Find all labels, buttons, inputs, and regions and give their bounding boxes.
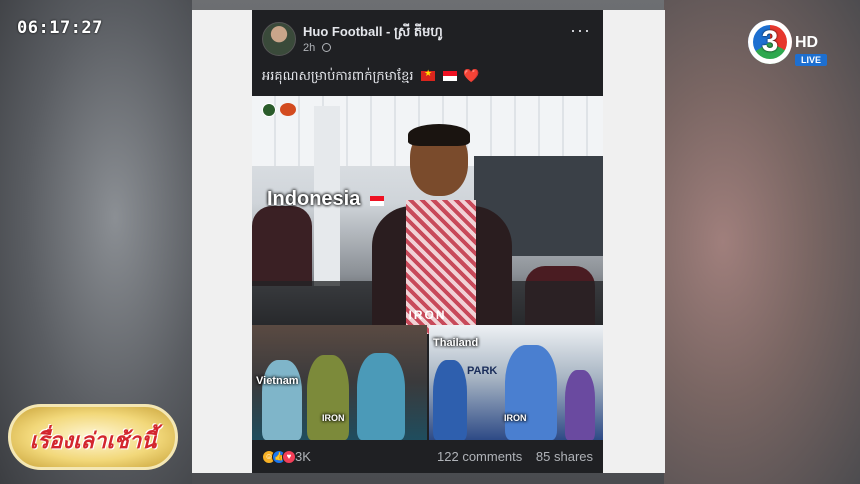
- author-name[interactable]: Huo Football - ស្រី តីមហូ: [303, 24, 443, 43]
- main-photo[interactable]: Indonesia IRON: [252, 96, 603, 334]
- secondary-photos: Vietnam IRON Thailand PARK IRON: [252, 325, 603, 440]
- background-right-blur: [664, 0, 860, 484]
- vietnam-photo[interactable]: Vietnam IRON: [252, 325, 427, 440]
- federation-badge-icon: [262, 103, 276, 117]
- shares-count[interactable]: 85 shares: [536, 449, 593, 464]
- post-meta: 2h: [303, 42, 332, 54]
- post-header: Huo Football - ស្រី តីមហូ 2h ···: [252, 10, 603, 64]
- facebook-post: Huo Football - ស្រី តីមហូ 2h ··· អរគុណសម…: [252, 10, 603, 473]
- engagement-stats: 122 comments 85 shares: [437, 449, 593, 464]
- reaction-count[interactable]: 3K: [295, 449, 311, 464]
- vietnam-label: Vietnam: [256, 375, 299, 387]
- club-badge-icon: [280, 103, 296, 116]
- indonesia-label: Indonesia: [267, 188, 384, 211]
- post-time[interactable]: 2h: [303, 42, 315, 54]
- photo-watermark: IRON: [322, 413, 345, 423]
- hd-label: HD: [795, 34, 819, 51]
- vietnam-flag-icon: [421, 68, 436, 81]
- channel-number-badge: 3: [748, 20, 792, 64]
- photo-watermark: IRON: [408, 308, 447, 322]
- background-people: [252, 206, 312, 286]
- broadcast-clock: 06:17:27: [17, 18, 103, 38]
- public-globe-icon: [322, 43, 332, 52]
- player-figure: [362, 124, 522, 334]
- thailand-label: Thailand: [433, 337, 479, 349]
- park-sign: PARK: [467, 365, 498, 377]
- live-badge: LIVE: [795, 54, 828, 66]
- thailand-photo[interactable]: Thailand PARK IRON: [429, 325, 603, 440]
- post-footer: ☺ 👍 ♥ 3K 122 comments 85 shares: [252, 440, 603, 473]
- love-reaction-icon: ♥: [282, 450, 296, 464]
- show-logo: เรื่องเล่าเช้านี้: [8, 404, 178, 470]
- caption-text: អរគុណសម្រាប់ការពាក់ក្រមាខ្មែរ: [262, 68, 414, 83]
- indonesia-flag-icon: [369, 196, 384, 206]
- more-options-button[interactable]: ···: [570, 20, 591, 41]
- comments-count[interactable]: 122 comments: [437, 449, 522, 464]
- indonesia-flag-icon: [442, 71, 457, 81]
- post-caption: អរគុណសម្រាប់ការពាក់ក្រមាខ្មែរ ❤️: [262, 68, 480, 87]
- photo-watermark: IRON: [504, 413, 527, 423]
- author-avatar[interactable]: [262, 22, 296, 56]
- channel-logo: 3 HD LIVE: [748, 20, 832, 68]
- heart-emoji: ❤️: [463, 68, 480, 83]
